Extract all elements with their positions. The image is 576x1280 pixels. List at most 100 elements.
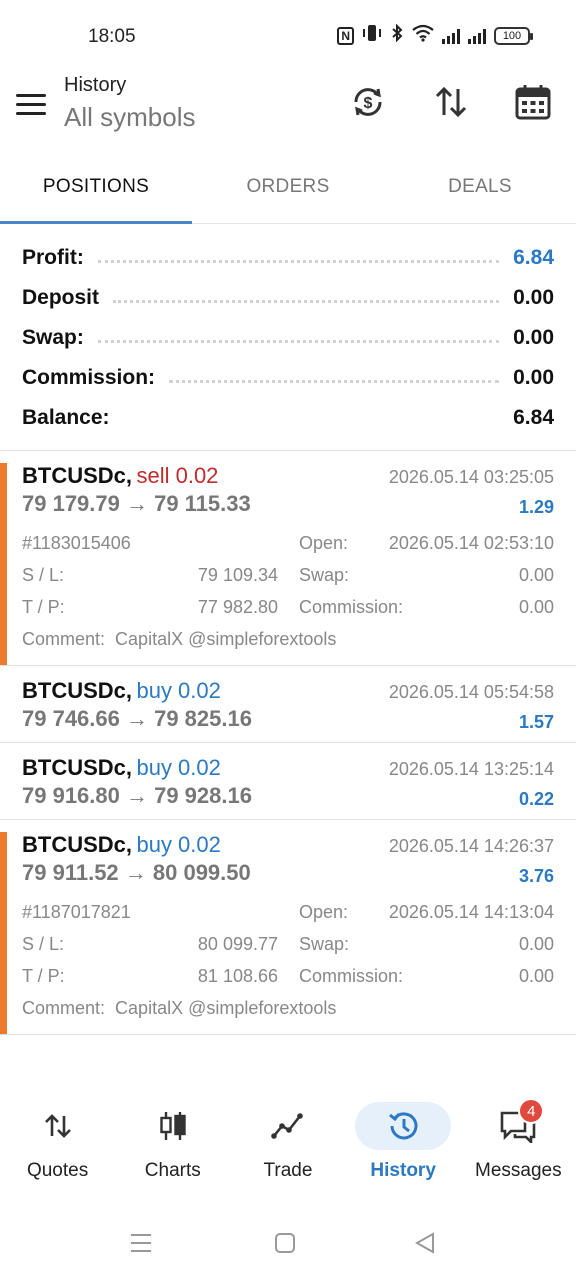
nav-label: History (370, 1160, 436, 1181)
position-side: buy 0.02 (136, 832, 221, 857)
summary-label: Profit: (22, 246, 84, 269)
status-bar: 18:05 N 100 (0, 0, 576, 72)
nav-quotes[interactable]: Quotes (0, 1096, 115, 1196)
nav-history[interactable]: History (346, 1096, 461, 1196)
sort-button[interactable] (429, 80, 473, 124)
commission-label: Commission: (299, 597, 404, 617)
back-icon (414, 1232, 434, 1254)
signal-icon (442, 28, 460, 44)
back-button[interactable] (414, 1232, 436, 1259)
dotted-leader (124, 413, 500, 423)
nav-trade[interactable]: Trade (230, 1096, 345, 1196)
position-row[interactable]: BTCUSDc, buy 0.02 2026.05.14 13:25:14 79… (0, 755, 576, 820)
summary-row-swap: Swap: 0.00 (0, 318, 576, 358)
position-close-time: 2026.05.14 14:26:37 (388, 836, 554, 856)
swap-label: Swap: (299, 934, 350, 954)
app-header: History All symbols $ (0, 72, 576, 158)
recents-icon (131, 1234, 151, 1252)
position-prices: 79 746.66 → 79 825.16 (22, 706, 252, 731)
summary-value: 6.84 (513, 406, 554, 429)
position-side: buy 0.02 (136, 678, 221, 703)
quotes-icon (44, 1114, 71, 1138)
summary-value: 0.00 (513, 286, 554, 309)
position-ticket: #1187017821 (22, 902, 131, 922)
system-nav-bar (0, 1220, 576, 1270)
sl-label: S / L: (22, 565, 65, 585)
wifi-icon (412, 24, 434, 47)
position-prices: 79 916.80 → 79 928.16 (22, 783, 252, 808)
commission-value: 0.00 (518, 966, 554, 986)
dotted-leader (97, 333, 500, 343)
tp-value: 77 982.80 (197, 597, 278, 617)
open-label: Open: (299, 902, 349, 922)
position-profit: 3.76 (518, 866, 554, 886)
position-prices: 79 911.52 → 80 099.50 (22, 860, 251, 885)
tab-orders[interactable]: ORDERS (192, 160, 384, 223)
summary-row-deposit: Deposit 0.00 (0, 278, 576, 318)
recents-button[interactable] (130, 1232, 152, 1259)
summary-row-commission: Commission: 0.00 (0, 358, 576, 398)
position-close-time: 2026.05.14 13:25:14 (388, 759, 554, 779)
svg-text:$: $ (364, 95, 373, 112)
nav-label: Trade (263, 1160, 313, 1181)
tab-deals[interactable]: DEALS (384, 160, 576, 223)
position-side: buy 0.02 (136, 755, 221, 780)
nav-charts[interactable]: Charts (115, 1096, 230, 1196)
position-details: #1183015406 Open: 2026.05.14 02:53:10 S … (22, 521, 554, 665)
position-profit: 1.57 (518, 712, 554, 732)
status-time: 18:05 (88, 26, 136, 47)
position-row[interactable]: BTCUSDc, buy 0.02 2026.05.14 14:26:37 79… (0, 832, 576, 1035)
currency-sync-button[interactable]: $ (346, 80, 390, 124)
symbol-filter[interactable]: All symbols (64, 102, 195, 133)
home-button[interactable] (274, 1232, 296, 1259)
summary-label: Deposit (22, 286, 100, 309)
history-icon (389, 1112, 418, 1140)
position-symbol: BTCUSDc, (22, 755, 133, 780)
message-count-badge: 4 (518, 1098, 545, 1124)
tp-label: T / P: (22, 597, 65, 617)
position-symbol: BTCUSDc, (22, 832, 133, 857)
position-row[interactable]: BTCUSDc, buy 0.02 2026.05.14 05:54:58 79… (0, 678, 576, 743)
open-time: 2026.05.14 14:13:04 (388, 902, 554, 922)
open-time: 2026.05.14 02:53:10 (388, 533, 554, 553)
tab-positions[interactable]: POSITIONS (0, 160, 192, 224)
summary-value: 0.00 (513, 366, 554, 389)
tp-value: 81 108.66 (197, 966, 278, 986)
position-symbol: BTCUSDc, (22, 678, 133, 703)
position-profit: 1.29 (518, 497, 554, 517)
summary-value: 0.00 (513, 326, 554, 349)
comment-label: Comment: (22, 998, 106, 1018)
position-row[interactable]: BTCUSDc, sell 0.02 2026.05.14 03:25:05 7… (0, 463, 576, 666)
calendar-icon (515, 85, 551, 120)
nav-label: Messages (475, 1160, 562, 1181)
position-ticket: #1183015406 (22, 533, 131, 553)
summary-row-balance: Balance: 6.84 (0, 398, 576, 438)
nav-label: Charts (144, 1160, 201, 1181)
position-side: sell 0.02 (136, 463, 219, 488)
menu-icon[interactable] (16, 94, 48, 118)
charts-icon (160, 1112, 186, 1140)
home-icon (275, 1233, 295, 1253)
currency-sync-icon: $ (354, 88, 382, 116)
comment-value: CapitalX @simpleforextools (115, 629, 337, 649)
vibrate-icon (362, 24, 382, 47)
summary-label: Swap: (22, 326, 84, 349)
bottom-nav: Quotes Charts Trade History 4 Messages (0, 1096, 576, 1196)
comment-label: Comment: (22, 629, 106, 649)
tp-label: T / P: (22, 966, 65, 986)
position-symbol: BTCUSDc, (22, 463, 133, 488)
summary-label: Balance: (22, 406, 110, 429)
status-icons: N 100 (337, 23, 533, 47)
sl-label: S / L: (22, 934, 65, 954)
calendar-button[interactable] (511, 80, 555, 124)
swap-value: 0.00 (518, 934, 554, 954)
sl-value: 80 099.77 (197, 934, 278, 954)
nav-messages[interactable]: 4 Messages (461, 1096, 576, 1196)
bluetooth-icon (390, 23, 404, 47)
battery-icon: 100 (494, 26, 533, 45)
dotted-leader (113, 293, 500, 303)
nav-label: Quotes (26, 1160, 89, 1181)
positions-list: BTCUSDc, sell 0.02 2026.05.14 03:25:05 7… (0, 450, 576, 1035)
position-close-time: 2026.05.14 03:25:05 (388, 467, 554, 487)
signal-icon-2 (468, 28, 486, 44)
